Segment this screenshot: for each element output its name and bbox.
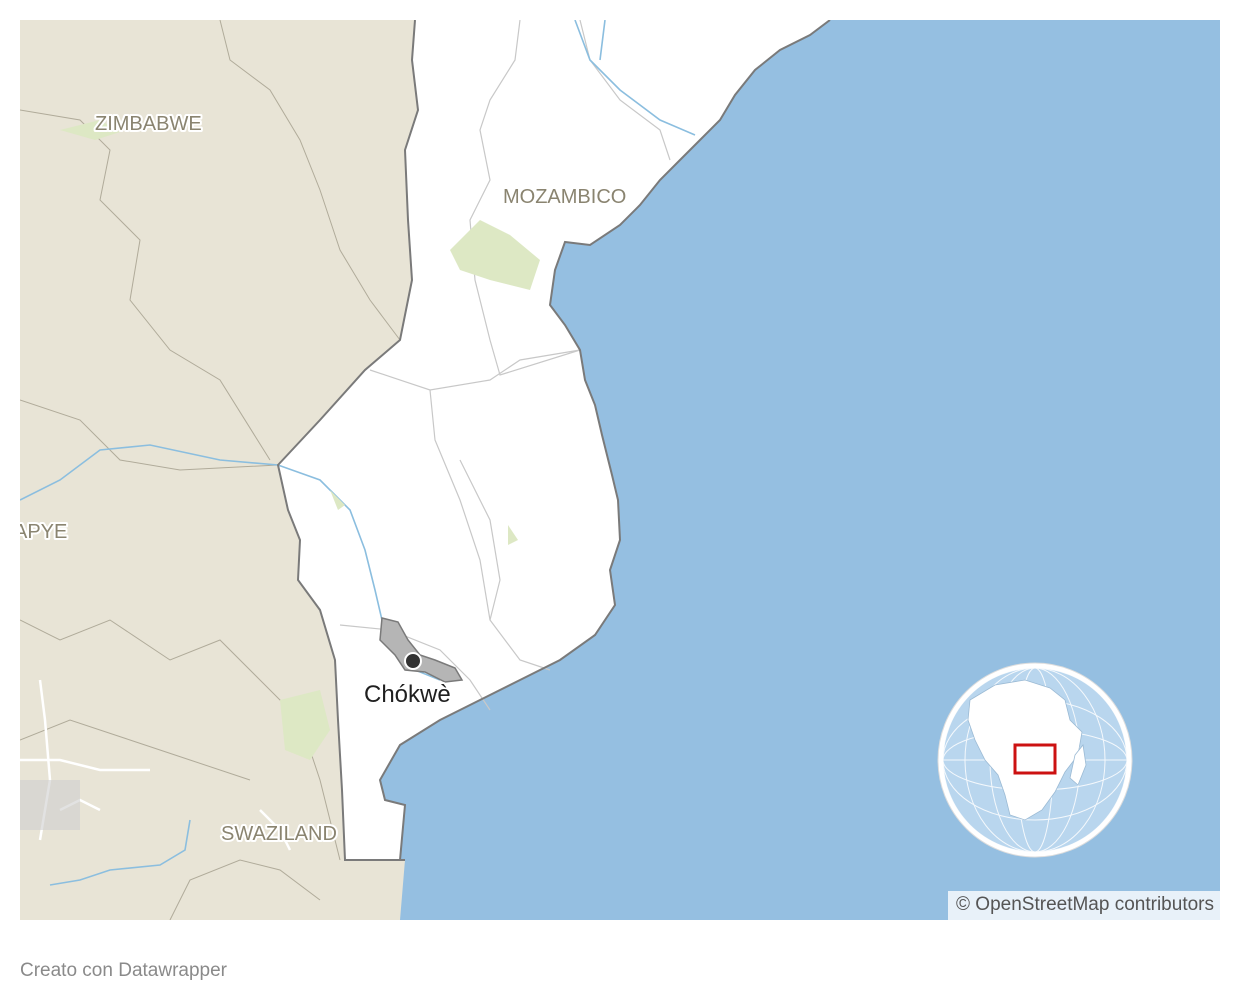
label-partial: APYE (20, 521, 67, 543)
map-container[interactable]: ZIMBABWE MOZAMBICO APYE SWAZILAND Chókwè (20, 20, 1220, 920)
coastal-land-south (345, 860, 405, 920)
urban-area (20, 780, 80, 830)
label-swaziland: SWAZILAND (221, 823, 337, 845)
globe-locator-icon (937, 662, 1133, 858)
label-chokwe: Chókwè (364, 681, 451, 708)
attribution[interactable]: © OpenStreetMap contributors (948, 891, 1220, 920)
footer-credit[interactable]: Creato con Datawrapper (20, 960, 227, 982)
label-mozambico: MOZAMBICO (503, 186, 626, 208)
map-canvas[interactable]: ZIMBABWE MOZAMBICO APYE SWAZILAND Chókwè (20, 20, 1220, 920)
city-dot-icon[interactable] (404, 652, 422, 670)
label-zimbabwe: ZIMBABWE (95, 113, 202, 135)
